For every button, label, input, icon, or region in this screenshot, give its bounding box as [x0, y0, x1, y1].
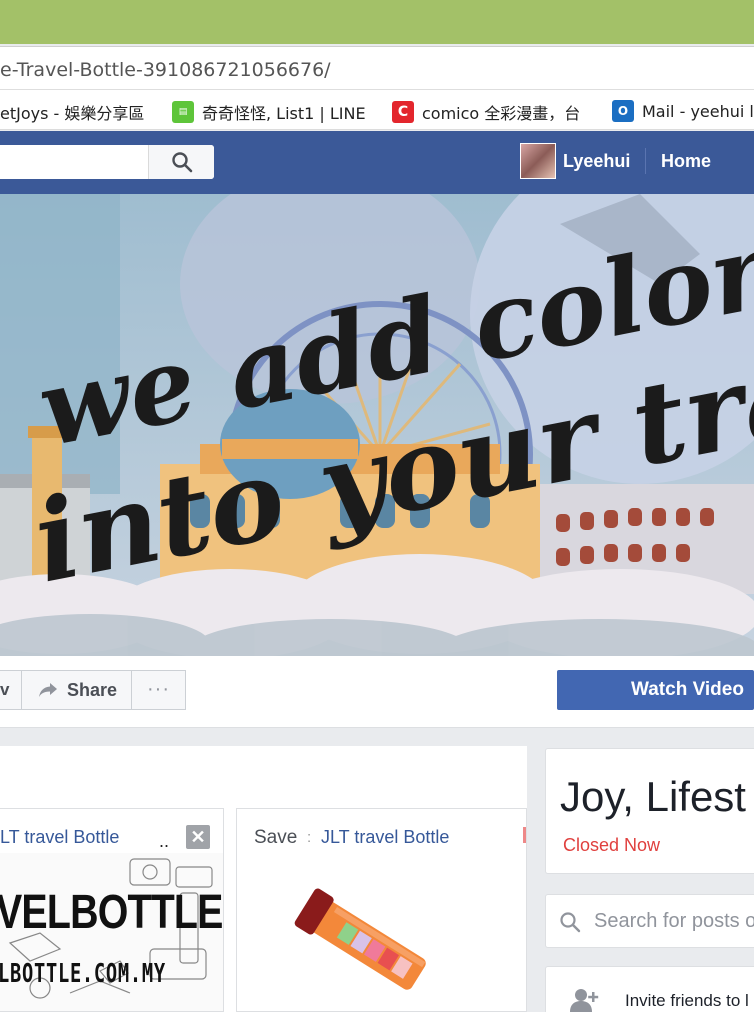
user-avatar[interactable] — [520, 143, 556, 179]
add-friend-icon — [570, 989, 599, 1012]
bookmark-label: comico 全彩漫畫，台 — [422, 104, 581, 123]
browser-top-strip — [0, 0, 754, 44]
card-edge-marker — [523, 827, 526, 843]
post-card-title[interactable]: JLT travel Bottle — [321, 827, 449, 848]
page-info-card: Joy, Lifest Closed Now — [545, 748, 754, 874]
share-button[interactable]: Share — [21, 670, 132, 710]
bookmark-label: Mail - yeehui ly — [642, 101, 754, 121]
post-card-travel-bottle[interactable]: LT travel Bottle .. ✕ VELBOTTLE LBOTTLE.… — [0, 808, 224, 1012]
search-button[interactable] — [148, 145, 214, 179]
share-label: Share — [67, 679, 118, 700]
bookmark-label: 奇奇怪怪, List1 | LINE — [202, 104, 366, 123]
bookmark-etjoys[interactable]: etJoys - 娛樂分享區 — [0, 100, 144, 124]
share-arrow-icon — [39, 683, 57, 697]
facebook-top-bar — [0, 131, 754, 194]
invite-friends-card[interactable]: Invite friends to l — [545, 966, 754, 1012]
save-label[interactable]: Save — [254, 827, 297, 849]
bottle-website-text: LBOTTLE.COM.MY — [0, 959, 166, 989]
line-webtoon-icon: ▤ — [172, 101, 194, 123]
address-bar[interactable]: e-Travel-Bottle-391086721056676/ — [0, 46, 754, 90]
save-separator: : — [307, 829, 312, 846]
bookmark-outlook-mail[interactable]: O Mail - yeehui ly — [612, 100, 754, 122]
user-name-link[interactable]: Lyeehui — [563, 151, 630, 172]
header-divider — [645, 148, 646, 174]
search-icon — [171, 152, 192, 173]
post-card-title[interactable]: LT travel Bottle — [0, 827, 119, 848]
bottle-brand-text: VELBOTTLE — [0, 886, 223, 939]
page-action-bar: v Share ··· Watch Video — [0, 656, 754, 728]
cover-illustration: we add color into your travel — [0, 194, 754, 656]
bookmark-line-webtoon[interactable]: ▤ 奇奇怪怪, List1 | LINE — [172, 100, 366, 124]
open-status: Closed Now — [563, 835, 661, 855]
travel-bottle-image[interactable] — [277, 883, 437, 1003]
bookmarks-bar: etJoys - 娛樂分享區 ▤ 奇奇怪怪, List1 | LINE C co… — [0, 90, 754, 130]
cover-photo[interactable]: we add color into your travel — [0, 194, 754, 656]
search-posts-input[interactable] — [594, 895, 754, 947]
post-card-save-travel-bottle[interactable]: Save : JLT travel Bottle — [236, 808, 527, 1012]
home-link[interactable]: Home — [661, 151, 711, 172]
page-search-card[interactable] — [545, 894, 754, 948]
more-options-button[interactable]: ··· — [131, 670, 186, 710]
post-card-ellipsis: .. — [159, 831, 170, 851]
invite-friends-label[interactable]: Invite friends to l — [625, 991, 749, 1011]
bookmark-comico[interactable]: C comico 全彩漫畫，台 — [392, 100, 580, 124]
close-icon[interactable]: ✕ — [186, 825, 210, 849]
page-name[interactable]: Joy, Lifest — [560, 773, 746, 821]
facebook-search-input[interactable] — [0, 145, 214, 179]
like-button[interactable]: v — [0, 670, 22, 710]
outlook-icon: O — [612, 100, 634, 122]
search-icon — [560, 912, 581, 933]
like-button-fragment: v — [0, 680, 10, 699]
url-text[interactable]: e-Travel-Bottle-391086721056676/ — [0, 59, 331, 81]
comico-icon: C — [392, 101, 414, 123]
bookmark-label: etJoys - 娛樂分享區 — [0, 104, 145, 123]
watch-video-button[interactable]: Watch Video — [557, 670, 754, 710]
post-card-image[interactable]: VELBOTTLE LBOTTLE.COM.MY — [0, 853, 223, 1011]
